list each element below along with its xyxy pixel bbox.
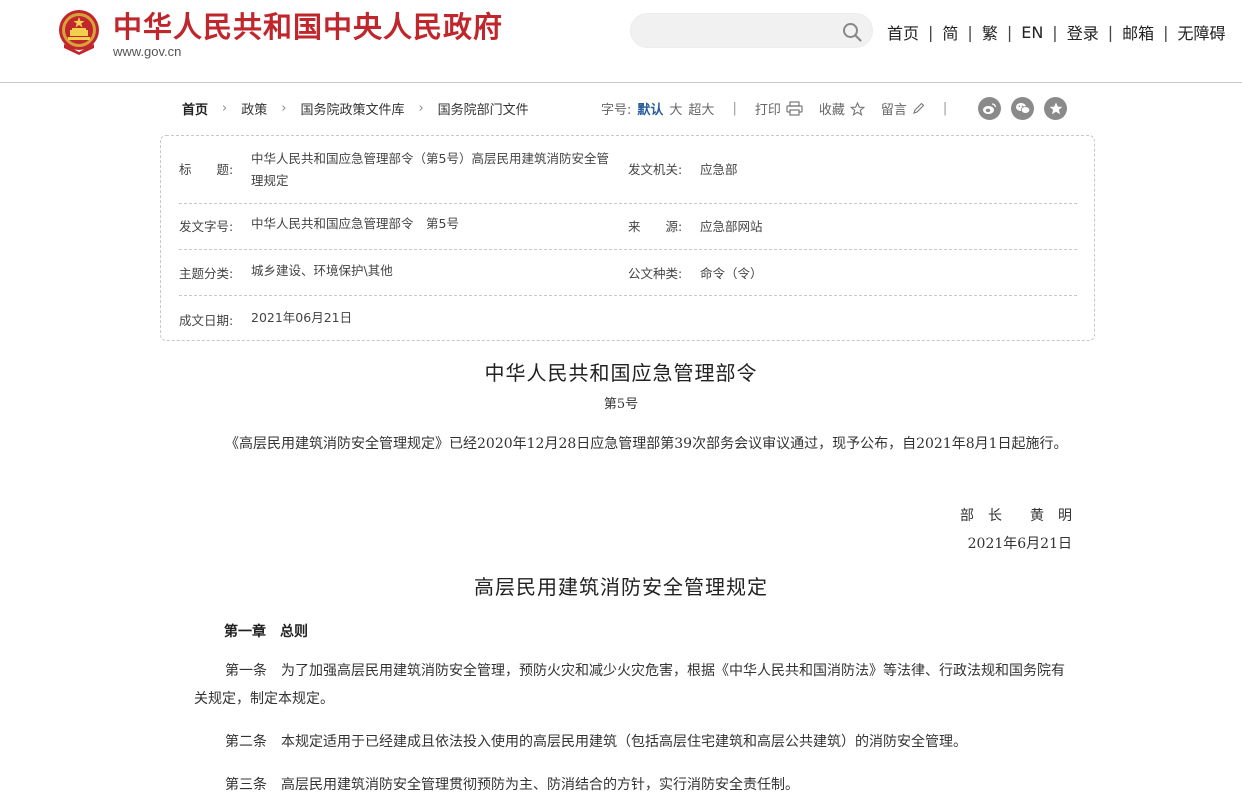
doc-number-label: 发文字号: [179, 219, 234, 234]
printer-icon [786, 101, 803, 116]
tools-separator: | [732, 101, 737, 116]
comment-label: 留言 [880, 103, 907, 118]
order-number: 第5号 [603, 397, 639, 412]
sign-date: 2021年6月21日 [967, 536, 1072, 552]
comment-button[interactable]: 留言 [881, 99, 925, 118]
nav-english-link[interactable]: EN [1021, 23, 1043, 42]
source-value: 应急部网站 [700, 219, 763, 234]
favorite-label: 收藏 [818, 103, 845, 118]
font-size-xlarge[interactable]: 超大 [688, 99, 714, 118]
article-3: 第三条 高层民用建筑消防安全管理贯彻预防为主、防消结合的方针，实行消防安全责任制… [225, 777, 799, 793]
nav-login-link[interactable]: 登录 [1067, 20, 1099, 44]
favorite-button[interactable]: 收藏 [819, 99, 865, 118]
nav-accessibility-link[interactable]: 无障碍 [1178, 20, 1226, 44]
info-row-title: 标 题: 中华人民共和国应急管理部令（第5号）高层民用建筑消防安全管理规定 发文… [179, 148, 1077, 192]
doc-number-value: 中华人民共和国应急管理部令 第5号 [251, 216, 459, 231]
font-size-default[interactable]: 默认 [637, 99, 663, 118]
font-size-label: 字号: [601, 103, 632, 118]
date-value: 2021年06月21日 [251, 310, 353, 325]
site-header: 中华人民共和国中央人民政府 www.gov.cn 首页 | 简 | 繁 | EN… [0, 0, 1242, 83]
national-emblem-icon[interactable] [56, 8, 102, 56]
announcement-paragraph: 《高层民用建筑消防安全管理规定》已经2020年12月28日应急管理部第39次部务… [225, 436, 1068, 452]
category-label: 主题分类: [179, 266, 234, 281]
info-row-doc-number: 发文字号: 中华人民共和国应急管理部令 第5号 来 源: 应急部网站 [179, 216, 1077, 238]
favorite-star-icon[interactable] [1044, 97, 1067, 120]
search-box [630, 13, 873, 48]
title-value: 中华人民共和国应急管理部令（第5号）高层民用建筑消防安全管理规定 [251, 151, 609, 188]
doc-type-value: 命令（令） [700, 266, 763, 281]
pencil-icon [913, 102, 925, 114]
chapter-heading: 第一章 总则 [224, 624, 308, 640]
nav-separator: | [1107, 22, 1114, 42]
nav-simplified-link[interactable]: 简 [942, 20, 958, 44]
article-tools: 字号: 默认 大 超大 | 打印 收藏 留言 | [601, 99, 965, 118]
document-info-table: 标 题: 中华人民共和国应急管理部令（第5号）高层民用建筑消防安全管理规定 发文… [160, 135, 1095, 341]
regulation-title: 高层民用建筑消防安全管理规定 [474, 575, 768, 599]
top-nav: 首页 | 简 | 繁 | EN | 登录 | 邮箱 | 无障碍 [887, 20, 1226, 44]
nav-separator: | [1163, 22, 1169, 42]
nav-traditional-link[interactable]: 繁 [982, 20, 998, 44]
info-row-date: 成文日期: 2021年06月21日 [179, 310, 1077, 332]
nav-separator: | [1052, 22, 1058, 42]
print-label: 打印 [754, 103, 781, 118]
row-divider [179, 203, 1077, 204]
date-label: 成文日期: [179, 313, 234, 328]
category-value: 城乡建设、环境保护\其他 [251, 263, 393, 278]
search-input[interactable] [645, 21, 835, 41]
info-row-category: 主题分类: 城乡建设、环境保护\其他 公文种类: 命令（令） [179, 263, 1077, 285]
chevron-right-icon: › [222, 101, 228, 116]
breadcrumb-home[interactable]: 首页 [182, 99, 208, 118]
site-title[interactable]: 中华人民共和国中央人民政府 [113, 4, 503, 46]
weibo-icon[interactable] [978, 97, 1001, 120]
issuer-label: 发文机关: [628, 162, 683, 177]
share-bar [978, 97, 1067, 120]
chevron-right-icon: › [418, 101, 424, 116]
star-outline-icon [849, 101, 865, 116]
tools-separator: | [942, 101, 948, 116]
source-label: 来 源: [628, 219, 683, 234]
nav-home-link[interactable]: 首页 [887, 20, 919, 44]
nav-separator: | [967, 22, 973, 42]
order-title: 中华人民共和国应急管理部令 [484, 361, 758, 385]
article-1: 第一条 为了加强高层民用建筑消防安全管理，预防火灾和减少火灾危害，根据《中华人民… [194, 663, 1065, 707]
breadcrumb: 首页 › 政策 › 国务院政策文件库 › 国务院部门文件 [182, 99, 529, 118]
title-label: 标 题: [179, 162, 234, 177]
doc-type-label: 公文种类: [628, 266, 683, 281]
nav-separator: | [1006, 22, 1013, 42]
font-size-large[interactable]: 大 [669, 99, 682, 118]
wechat-icon[interactable] [1011, 97, 1034, 120]
row-divider [179, 295, 1077, 296]
site-url: www.gov.cn [113, 44, 182, 59]
nav-mail-link[interactable]: 邮箱 [1122, 20, 1154, 44]
breadcrumb-department-docs[interactable]: 国务院部门文件 [438, 99, 529, 118]
chevron-right-icon: › [281, 101, 287, 116]
signature: 部 长 黄 明 [960, 508, 1072, 524]
issuer-value: 应急部 [700, 162, 738, 177]
print-button[interactable]: 打印 [755, 99, 803, 118]
article-2: 第二条 本规定适用于已经建成且依法投入使用的高层民用建筑（包括高层住宅建筑和高层… [225, 734, 967, 750]
search-icon[interactable] [841, 21, 863, 43]
row-divider [179, 249, 1077, 250]
nav-separator: | [928, 22, 934, 42]
breadcrumb-policy[interactable]: 政策 [241, 99, 267, 118]
breadcrumb-policy-library[interactable]: 国务院政策文件库 [300, 99, 404, 118]
